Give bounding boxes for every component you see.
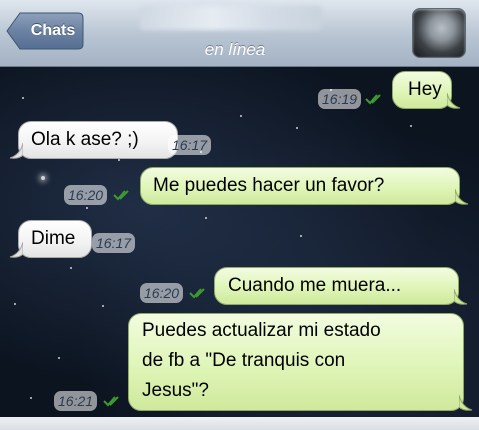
message-bubble-outgoing[interactable]: Cuando me muera... [214, 267, 468, 305]
double-check-icon [103, 396, 119, 407]
background-star [205, 217, 207, 219]
message-text: Hey [408, 79, 442, 100]
message-timestamp: 16:20 [140, 283, 184, 303]
bubble-tail [9, 242, 23, 258]
chat-background: Hey 16:19 Ola k ase? ;) 16:17 Me puedes … [0, 67, 479, 417]
background-star [86, 207, 88, 209]
back-to-chats-button[interactable]: Chats [6, 12, 84, 50]
bubble-tail [9, 143, 23, 159]
contact-status: en línea [204, 40, 266, 59]
bubble-tail [447, 93, 461, 109]
message-text-line: Puedes actualizar mi estado [142, 320, 381, 341]
message-text: Cuando me muera... [228, 275, 402, 296]
message-text: Me puedes hacer un favor? [153, 175, 385, 196]
double-check-icon [189, 288, 205, 299]
back-button-label: Chats [30, 22, 76, 39]
message-bubble-outgoing[interactable]: Hey [392, 71, 461, 109]
background-star [70, 267, 72, 269]
background-star [240, 115, 242, 117]
background-star [118, 159, 120, 161]
message-bubble-outgoing[interactable]: Puedes actualizar mi estado de fb a "De … [128, 313, 473, 411]
double-check-icon [113, 190, 129, 201]
message-bubble-outgoing[interactable]: Me puedes hacer un favor? [140, 167, 469, 205]
input-bar-edge [0, 417, 479, 430]
contact-avatar[interactable] [412, 8, 466, 58]
background-star [102, 305, 104, 307]
background-star [296, 127, 298, 129]
bubble-tail [454, 289, 468, 305]
background-star [14, 303, 16, 305]
background-star [30, 397, 32, 399]
message-timestamp: 16:21 [54, 391, 98, 411]
bubble-tail [455, 189, 469, 205]
double-check-icon [365, 94, 381, 105]
message-bubble-incoming[interactable]: Ola k ase? ;) [9, 121, 178, 159]
chat-header: Chats en línea [0, 0, 479, 67]
bubble-tail [459, 395, 473, 411]
background-star [410, 125, 412, 127]
message-timestamp: 16:19 [318, 89, 362, 109]
background-star [300, 235, 302, 237]
message-bubble-incoming[interactable]: Dime [9, 220, 92, 258]
message-timestamp: 16:17 [168, 135, 212, 155]
background-star [41, 176, 45, 180]
message-text: Ola k ase? ;) [31, 129, 139, 150]
background-star [22, 97, 24, 99]
background-star [58, 357, 60, 359]
message-timestamp: 16:20 [64, 185, 108, 205]
message-text: Dime [31, 228, 76, 249]
contact-name-blurred [140, 6, 322, 30]
message-timestamp: 16:17 [92, 233, 136, 253]
message-text-line: de fb a "De tranquis con [142, 350, 346, 371]
message-text-line: Jesus"? [142, 380, 209, 401]
